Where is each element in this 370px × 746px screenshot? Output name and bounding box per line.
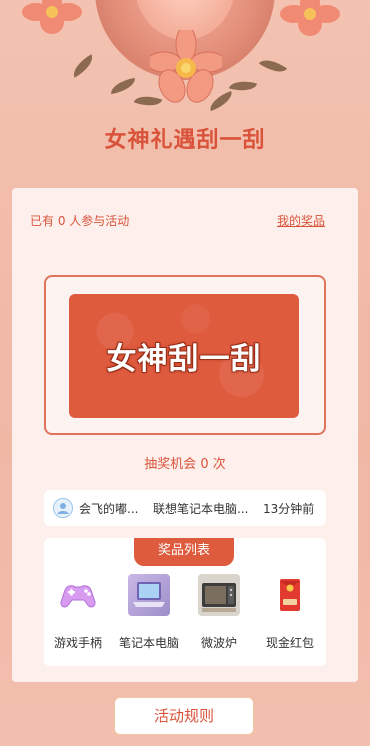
ticker-prize-name: 联想笔记本电脑... bbox=[153, 501, 249, 516]
prize-item-red-envelope: 现金红包 bbox=[260, 574, 320, 651]
leaf-decoration bbox=[68, 54, 98, 78]
gamepad-image bbox=[57, 574, 99, 616]
avatar bbox=[53, 498, 73, 518]
my-prize-link[interactable]: 我的奖品 bbox=[277, 212, 325, 229]
leaf-decoration bbox=[109, 77, 137, 95]
user-icon bbox=[57, 503, 69, 514]
microwave-image bbox=[198, 574, 240, 616]
activity-rules-button[interactable]: 活动规则 bbox=[114, 697, 254, 735]
leaf-decoration bbox=[228, 76, 258, 96]
draw-chances-text: 抽奖机会 0 次 bbox=[144, 457, 226, 472]
prize-item-label: 游戏手柄 bbox=[53, 636, 102, 650]
flower-center-decoration bbox=[150, 30, 222, 103]
scratch-card-area[interactable]: 女神刮一刮 bbox=[69, 294, 299, 418]
leaf-decoration bbox=[258, 53, 288, 79]
flower-left-decoration bbox=[22, 0, 82, 34]
scratch-card-label: 女神刮一刮 bbox=[106, 342, 262, 377]
prize-list-header: 奖品列表 bbox=[134, 538, 234, 566]
ticker-time: 13分钟前 bbox=[263, 501, 315, 516]
flower-right-decoration bbox=[280, 0, 340, 36]
prize-item-laptop: 笔记本电脑 bbox=[119, 574, 179, 651]
laptop-image bbox=[128, 574, 170, 616]
hero-illustration bbox=[0, 0, 370, 120]
prize-item-microwave: 微波炉 bbox=[189, 574, 249, 651]
prize-item-gamepad: 游戏手柄 bbox=[48, 574, 108, 651]
page-title: 女神礼遇刮一刮 bbox=[104, 128, 266, 153]
participants-count: 已有 0 人参与活动 bbox=[30, 214, 130, 228]
red-envelope-image bbox=[269, 574, 311, 616]
prize-item-label: 微波炉 bbox=[200, 636, 237, 650]
prize-item-label: 现金红包 bbox=[265, 636, 314, 650]
prize-item-label: 笔记本电脑 bbox=[119, 636, 180, 650]
ticker-user-name: 会飞的嘟... bbox=[79, 501, 139, 516]
winner-ticker: 会飞的嘟... 联想笔记本电脑... 13分钟前 bbox=[44, 490, 326, 526]
